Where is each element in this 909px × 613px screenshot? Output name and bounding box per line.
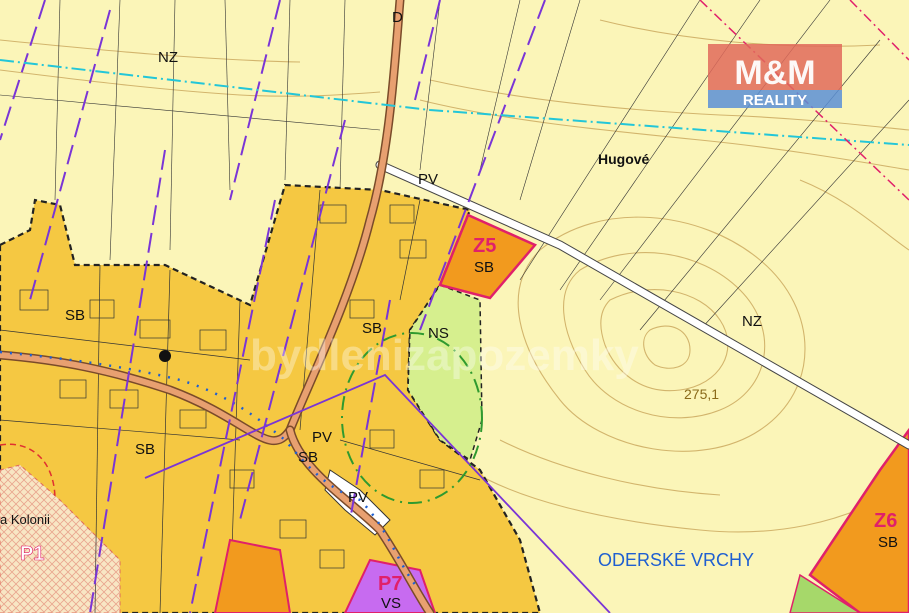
label-ns: NS	[428, 325, 449, 342]
label-vs: VS	[381, 595, 401, 612]
point-marker	[159, 350, 171, 362]
zoning-map: bydlenizapozemky M&M REALITY NZ NZ SB SB…	[0, 0, 909, 613]
code-z6: Z6	[874, 510, 897, 532]
label-pv-mid: PV	[312, 429, 332, 446]
code-p7: P7	[378, 573, 402, 595]
label-pv-bottom: PV	[348, 489, 368, 506]
place-hugove: Hugové	[598, 151, 650, 167]
label-sb-z5: SB	[474, 259, 494, 276]
label-sb-lower: SB	[135, 441, 155, 458]
label-sb-center: SB	[298, 449, 318, 466]
label-d: D	[392, 9, 403, 26]
label-sb-mid: SB	[362, 320, 382, 337]
label-nz-top: NZ	[158, 49, 178, 66]
logo: M&M REALITY	[708, 44, 842, 109]
code-z5: Z5	[473, 235, 496, 257]
label-pv-top: PV	[418, 171, 438, 188]
logo-top: M&M	[734, 54, 815, 92]
label-sb-z6: SB	[878, 534, 898, 551]
place-kolonie: a Kolonii	[0, 512, 50, 527]
svg-text:M&M: M&M	[734, 54, 815, 92]
label-nz-right: NZ	[742, 313, 762, 330]
svg-text:REALITY: REALITY	[743, 92, 807, 109]
map-canvas: bydlenizapozemky M&M REALITY NZ NZ SB SB…	[0, 0, 909, 613]
code-p1: P1	[20, 543, 44, 565]
elevation-label: 275,1	[684, 386, 719, 402]
label-sb-left: SB	[65, 307, 85, 324]
place-oderske-vrchy: ODERSKÉ VRCHY	[598, 550, 754, 570]
logo-bottom: REALITY	[743, 92, 807, 109]
